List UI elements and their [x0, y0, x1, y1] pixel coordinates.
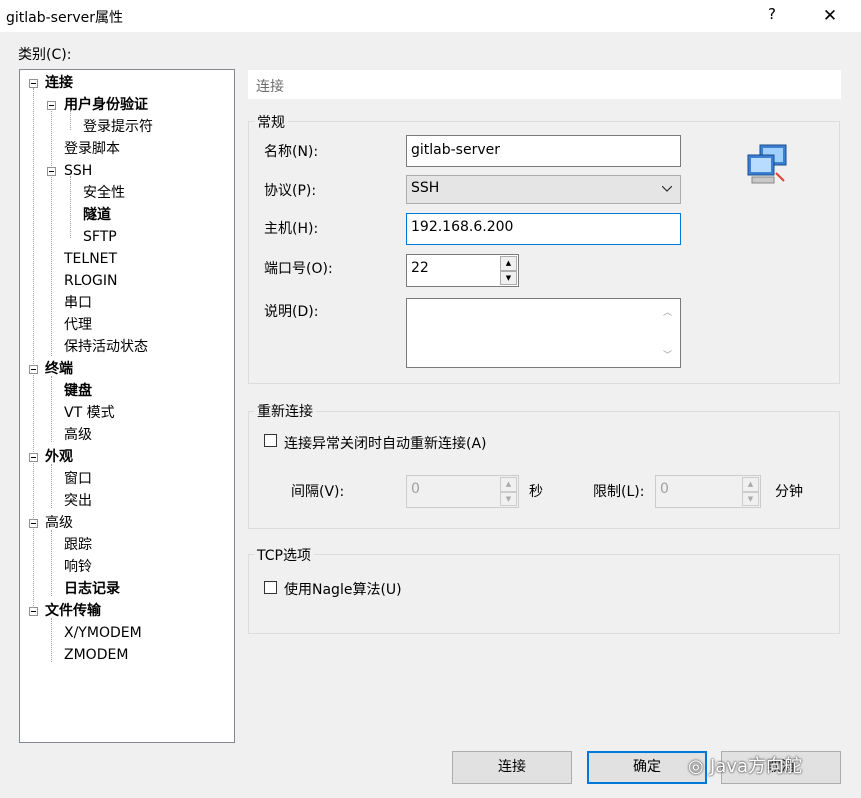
tree-item-keepalive[interactable]: 保持活动状态 [64, 338, 148, 356]
tree-connector [51, 106, 52, 356]
spin-down-icon[interactable]: ▼ [742, 491, 759, 506]
tree-item-tunnel[interactable]: 隧道 [83, 206, 111, 224]
close-button[interactable]: ✕ [810, 0, 850, 32]
spin-up-icon[interactable]: ▲ [500, 477, 517, 492]
tree-connector [51, 618, 52, 662]
tree-item-bell[interactable]: 响铃 [64, 558, 92, 576]
watermark: ◎ Java方向舵 [688, 752, 838, 778]
tree-item-xymodem[interactable]: X/YMODEM [64, 624, 142, 642]
nagle-checkbox[interactable] [264, 581, 277, 594]
name-label: 名称(N): [264, 144, 319, 160]
panel-header: 连接 [248, 70, 841, 99]
tree-item-login-script[interactable]: 登录脚本 [64, 140, 120, 158]
limit-unit: 分钟 [775, 484, 803, 500]
tcp-group-title: TCP选项 [254, 545, 314, 565]
network-computers-icon [747, 144, 787, 184]
auto-reconnect-checkbox[interactable] [264, 434, 277, 447]
port-value: 22 [411, 260, 429, 276]
scroll-down-icon[interactable]: ﹀ [663, 348, 672, 361]
scroll-up-icon[interactable]: ︿ [663, 305, 672, 318]
interval-label: 间隔(V): [291, 484, 345, 500]
title-bar [0, 0, 861, 32]
tree-connector [51, 530, 52, 596]
interval-spinner[interactable]: 0 ▲ ▼ [406, 475, 519, 508]
tree-item-terminal-advanced[interactable]: 高级 [64, 426, 92, 444]
port-spinner[interactable]: 22 ▲ ▼ [406, 254, 519, 287]
spin-down-icon[interactable]: ▼ [500, 491, 517, 506]
general-group-title: 常规 [254, 112, 288, 132]
tree-item-zmodem[interactable]: ZMODEM [64, 646, 128, 664]
tree-connector [51, 376, 52, 442]
protocol-select[interactable]: SSH [406, 175, 681, 204]
tree-item-highlight[interactable]: 突出 [64, 492, 92, 510]
tree-item-connection[interactable]: 连接 [45, 74, 73, 92]
spin-up-icon[interactable]: ▲ [500, 256, 517, 271]
tree-item-keyboard[interactable]: 键盘 [64, 382, 92, 400]
host-label: 主机(H): [264, 221, 319, 237]
wechat-icon: ◎ [688, 756, 704, 777]
tree-item-proxy[interactable]: 代理 [64, 316, 92, 334]
interval-value: 0 [411, 481, 420, 497]
collapse-toggle-icon[interactable] [29, 365, 38, 374]
limit-label: 限制(L): [593, 484, 645, 500]
tree-connector [33, 88, 34, 610]
protocol-label: 协议(P): [264, 183, 317, 199]
collapse-toggle-icon[interactable] [47, 167, 56, 176]
tree-item-security[interactable]: 安全性 [83, 184, 125, 202]
connect-button[interactable]: 连接 [452, 751, 572, 784]
tree-item-trace[interactable]: 跟踪 [64, 536, 92, 554]
tree-item-appearance[interactable]: 外观 [45, 448, 73, 466]
tree-connector [70, 176, 71, 238]
tree-item-file-transfer[interactable]: 文件传输 [45, 602, 101, 620]
limit-value: 0 [660, 481, 669, 497]
collapse-toggle-icon[interactable] [47, 101, 56, 110]
tree-item-serial[interactable]: 串口 [64, 294, 92, 312]
category-tree[interactable]: 连接 用户身份验证 登录提示符 登录脚本 SSH 安全性 隧道 SFTP TEL… [19, 69, 235, 743]
port-label: 端口号(O): [264, 261, 333, 277]
tree-item-logging[interactable]: 日志记录 [64, 580, 120, 598]
collapse-toggle-icon[interactable] [29, 79, 38, 88]
limit-spinner[interactable]: 0 ▲ ▼ [655, 475, 761, 508]
nagle-label: 使用Nagle算法(U) [284, 582, 402, 598]
reconnect-group-title: 重新连接 [254, 401, 316, 421]
categories-label: 类别(C): [18, 47, 72, 63]
protocol-select-value: SSH [411, 180, 440, 196]
collapse-toggle-icon[interactable] [29, 607, 38, 616]
spin-down-icon[interactable]: ▼ [500, 270, 517, 285]
description-label: 说明(D): [264, 304, 319, 320]
name-input[interactable]: gitlab-server [406, 135, 681, 167]
tree-item-vt-mode[interactable]: VT 模式 [64, 404, 115, 422]
tree-item-window[interactable]: 窗口 [64, 470, 92, 488]
tree-item-sftp[interactable]: SFTP [83, 228, 117, 246]
chevron-down-icon [662, 186, 672, 192]
auto-reconnect-label: 连接异常关闭时自动重新连接(A) [284, 436, 487, 452]
tree-item-advanced[interactable]: 高级 [45, 514, 73, 532]
tree-item-user-auth[interactable]: 用户身份验证 [64, 96, 148, 114]
host-input[interactable]: 192.168.6.200 [406, 213, 681, 245]
tree-item-terminal[interactable]: 终端 [45, 360, 73, 378]
tree-item-login-prompt[interactable]: 登录提示符 [83, 118, 153, 136]
window-title: gitlab-server属性 [6, 10, 123, 26]
tree-item-rlogin[interactable]: RLOGIN [64, 272, 118, 290]
tree-connector [51, 464, 52, 508]
collapse-toggle-icon[interactable] [29, 453, 38, 462]
panel-header-title: 连接 [256, 79, 284, 95]
collapse-toggle-icon[interactable] [29, 519, 38, 528]
reconnect-group [248, 411, 840, 529]
interval-unit: 秒 [529, 484, 543, 500]
watermark-text: Java方向舵 [710, 756, 803, 777]
tree-item-ssh[interactable]: SSH [64, 162, 92, 180]
tree-item-telnet[interactable]: TELNET [64, 250, 117, 268]
description-textarea[interactable] [406, 298, 681, 368]
spin-up-icon[interactable]: ▲ [742, 477, 759, 492]
help-button[interactable]: ? [762, 5, 782, 27]
